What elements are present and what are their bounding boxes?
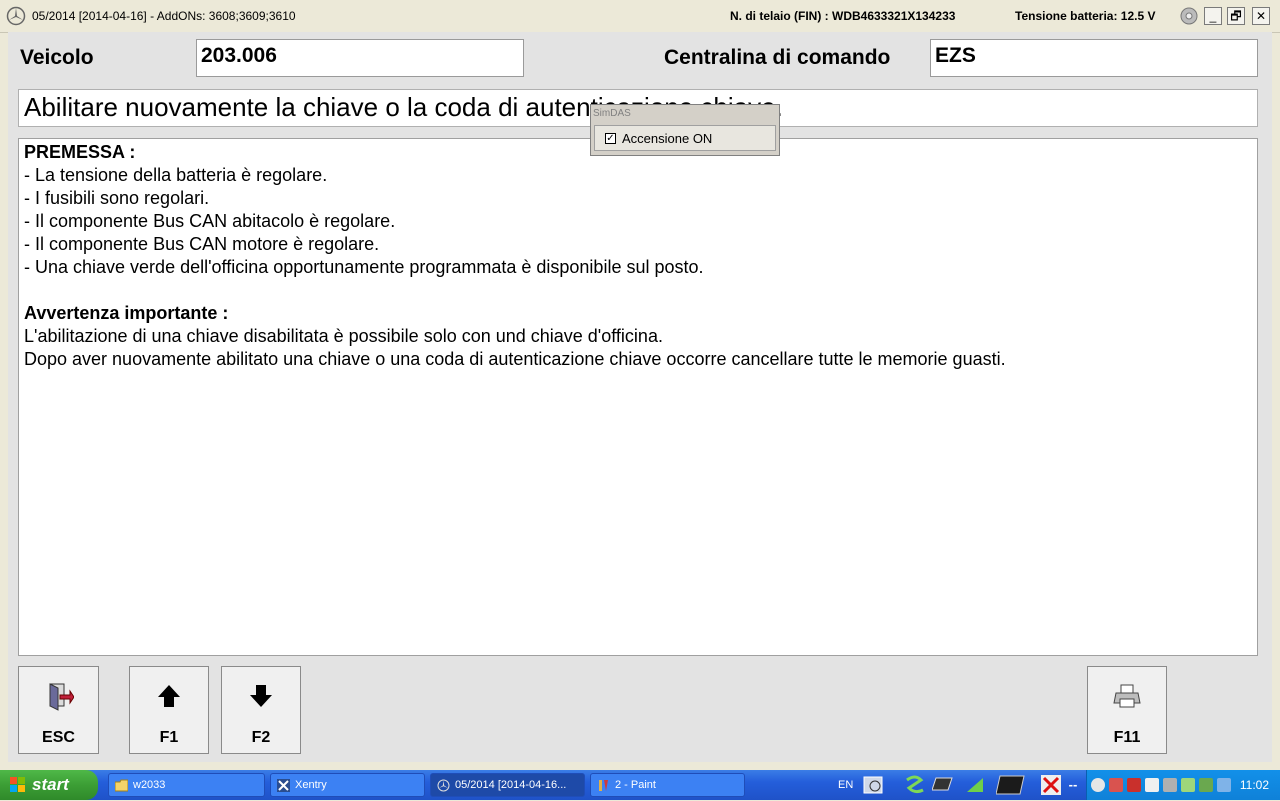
quick-launch-text: --	[1068, 777, 1078, 792]
disc-icon[interactable]	[1180, 7, 1198, 25]
battery-voltage: Tensione batteria: 12.5 V	[1015, 9, 1156, 23]
premise-line: - Una chiave verde dell'officina opportu…	[24, 257, 704, 277]
tray-wifi-icon[interactable]	[1145, 778, 1159, 792]
f11-label: F11	[1113, 729, 1141, 746]
arrow-down-icon	[250, 685, 272, 707]
xentry-icon	[277, 779, 290, 792]
f1-label: F1	[159, 729, 179, 746]
ignition-on-row[interactable]: ✓ Accensione ON	[594, 125, 776, 151]
windows-flag-icon	[10, 777, 25, 792]
start-button[interactable]: start	[0, 770, 98, 800]
network-folder-icon[interactable]	[862, 774, 884, 796]
folder-icon	[115, 779, 128, 792]
window-titlebar: 05/2014 [2014-04-16] - AddONs: 3608;3609…	[0, 0, 1280, 33]
tray-shield-icon[interactable]	[1127, 778, 1141, 792]
task-label: Xentry	[295, 779, 327, 791]
language-indicator[interactable]: EN	[838, 779, 853, 791]
premise-line: - I fusibili sono regolari.	[24, 188, 210, 208]
tray-network-icon[interactable]	[1109, 778, 1123, 792]
tray-device-icon[interactable]	[1199, 778, 1213, 792]
task-paint[interactable]: 2 - Paint	[590, 773, 745, 797]
task-das-window[interactable]: 05/2014 [2014-04-16...	[430, 773, 585, 797]
mercedes-star-icon	[437, 779, 450, 792]
premise-line: - La tensione della batteria è regolare.	[24, 165, 328, 185]
arrow-up-icon	[158, 685, 180, 707]
f1-button[interactable]: F1	[129, 666, 209, 754]
window-title: 05/2014 [2014-04-16] - AddONs: 3608;3609…	[32, 9, 296, 23]
ignition-on-label: Accensione ON	[622, 131, 713, 146]
tray-chevron-icon[interactable]	[1091, 778, 1105, 792]
ecu-field: EZS	[930, 39, 1258, 77]
ecu-label: Centralina di comando	[664, 46, 891, 69]
simdas-popup: SimDAS ✓ Accensione ON	[590, 104, 780, 156]
f2-label: F2	[251, 729, 271, 746]
green-tool-icon[interactable]	[904, 774, 926, 796]
close-button[interactable]: ✕	[1252, 7, 1270, 25]
start-label: start	[32, 775, 69, 794]
tray-antenna-icon[interactable]	[1217, 778, 1231, 792]
f2-button[interactable]: F2	[221, 666, 301, 754]
clock: 11:02	[1239, 778, 1269, 792]
task-w2033[interactable]: w2033	[108, 773, 265, 797]
warning-line: L'abilitazione di una chiave disabilitat…	[24, 326, 663, 346]
content-panel: PREMESSA : - La tensione della batteria …	[18, 138, 1258, 656]
premise-line: - Il componente Bus CAN abitacolo è rego…	[24, 211, 396, 231]
laptop-icon[interactable]	[931, 774, 954, 796]
system-tray: 11:02	[1086, 770, 1280, 800]
mercedes-star-icon	[6, 6, 26, 26]
task-label: 05/2014 [2014-04-16...	[455, 779, 567, 791]
task-label: w2033	[133, 779, 166, 791]
exit-door-icon	[49, 683, 74, 711]
warning-line: Dopo aver nuovamente abilitato una chiav…	[24, 349, 1006, 369]
printer-icon	[1113, 684, 1141, 708]
restore-button[interactable]: 🗗	[1227, 7, 1245, 25]
vehicle-field: 203.006	[196, 39, 524, 77]
paint-icon	[599, 780, 608, 791]
minimize-button[interactable]: _	[1204, 7, 1222, 25]
esc-label: ESC	[42, 729, 75, 746]
vehicle-label: Veicolo	[20, 46, 94, 69]
signal-icon[interactable]	[964, 774, 986, 796]
fin-label: N. di telaio (FIN) : WDB4633321X134233	[730, 9, 956, 23]
simdas-caption: SimDAS	[593, 108, 631, 119]
warning-heading: Avvertenza importante :	[24, 303, 229, 323]
esc-button[interactable]: ESC	[18, 666, 99, 754]
premise-line: - Il componente Bus CAN motore è regolar…	[24, 234, 380, 254]
disabled-network-icon[interactable]	[1040, 774, 1062, 796]
taskbar: start w2033 Xentry 05/2014 [2014-04-16..…	[0, 770, 1280, 800]
task-label: 2 - Paint	[615, 779, 656, 791]
tray-disconnected-icon[interactable]	[1163, 778, 1177, 792]
ignition-on-checkbox[interactable]: ✓	[605, 133, 616, 144]
f11-button[interactable]: F11	[1087, 666, 1167, 754]
diagnostic-device-icon[interactable]	[995, 774, 1026, 796]
task-xentry[interactable]: Xentry	[270, 773, 425, 797]
tray-settings-icon[interactable]	[1181, 778, 1195, 792]
